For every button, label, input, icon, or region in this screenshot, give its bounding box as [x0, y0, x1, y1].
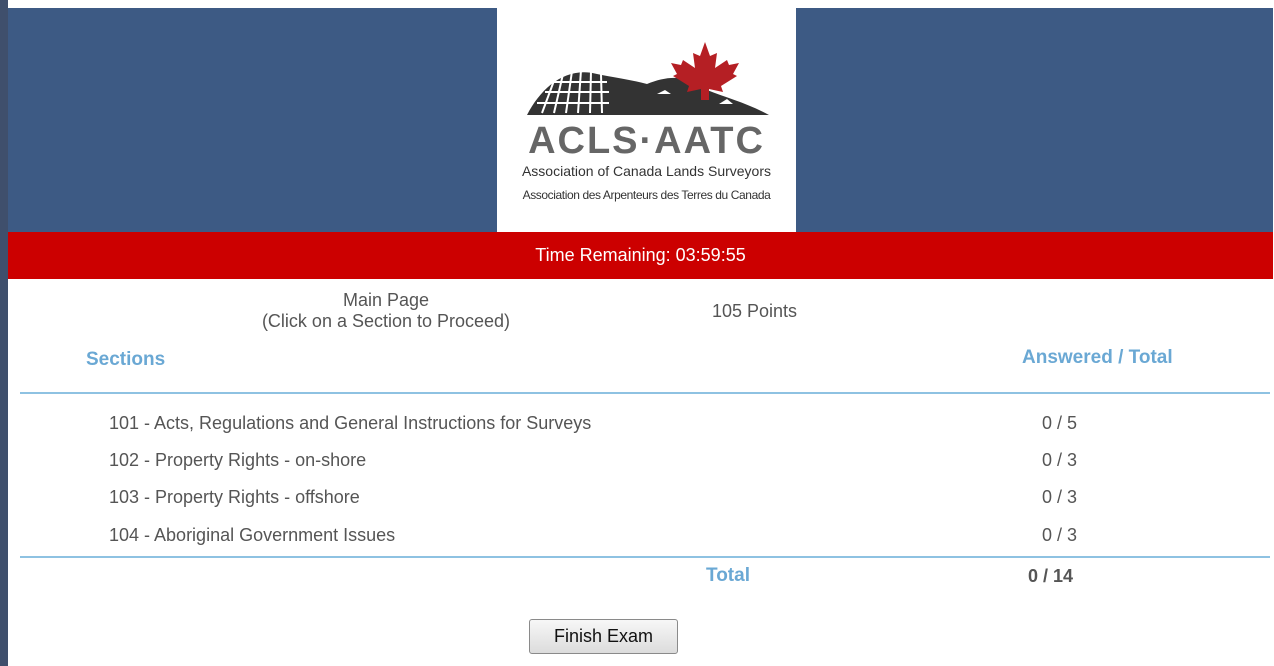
section-answered-count: 0 / 3 [1042, 487, 1078, 507]
logo-org-name-french: Association des Arpenteurs des Terres du… [522, 188, 771, 202]
section-row-102[interactable]: 102 - Property Rights - on-shore 0 / 3 [20, 442, 1270, 479]
logo-acronym: ACLS·AATC [528, 120, 765, 162]
section-row-101[interactable]: 101 - Acts, Regulations and General Inst… [20, 405, 1270, 442]
page-instruction: (Click on a Section to Proceed) [261, 311, 511, 331]
exam-window: ACLS·AATC Association of Canada Lands Su… [0, 0, 1274, 666]
total-answered-count: 0 / 14 [1028, 566, 1074, 586]
page-title: Main Page [342, 290, 430, 310]
section-name[interactable]: 103 - Property Rights - offshore [109, 479, 360, 516]
section-row-103[interactable]: 103 - Property Rights - offshore 0 / 3 [20, 479, 1270, 516]
exam-points: 105 Points [712, 301, 798, 321]
table-bottom-divider [20, 556, 1270, 558]
table-top-divider [20, 392, 1270, 394]
section-answered-count: 0 / 3 [1042, 525, 1078, 545]
acls-aatc-logo: ACLS·AATC Association of Canada Lands Su… [497, 8, 796, 232]
section-name[interactable]: 101 - Acts, Regulations and General Inst… [109, 405, 591, 442]
finish-exam-button[interactable]: Finish Exam [529, 619, 678, 654]
section-name[interactable]: 102 - Property Rights - on-shore [109, 442, 366, 479]
time-remaining-bar: Time Remaining: 03:59:55 [8, 232, 1273, 279]
section-answered-count: 0 / 3 [1042, 450, 1078, 470]
sections-column-header: Sections [86, 349, 166, 370]
section-name[interactable]: 104 - Aboriginal Government Issues [109, 517, 395, 554]
section-answered-count: 0 / 5 [1042, 413, 1078, 433]
section-row-104[interactable]: 104 - Aboriginal Government Issues 0 / 3 [20, 517, 1270, 554]
answered-total-column-header: Answered / Total [1022, 347, 1173, 368]
total-label: Total [706, 565, 750, 586]
window-left-border [0, 0, 8, 666]
logo-org-name-english: Association of Canada Lands Surveyors [521, 163, 772, 179]
